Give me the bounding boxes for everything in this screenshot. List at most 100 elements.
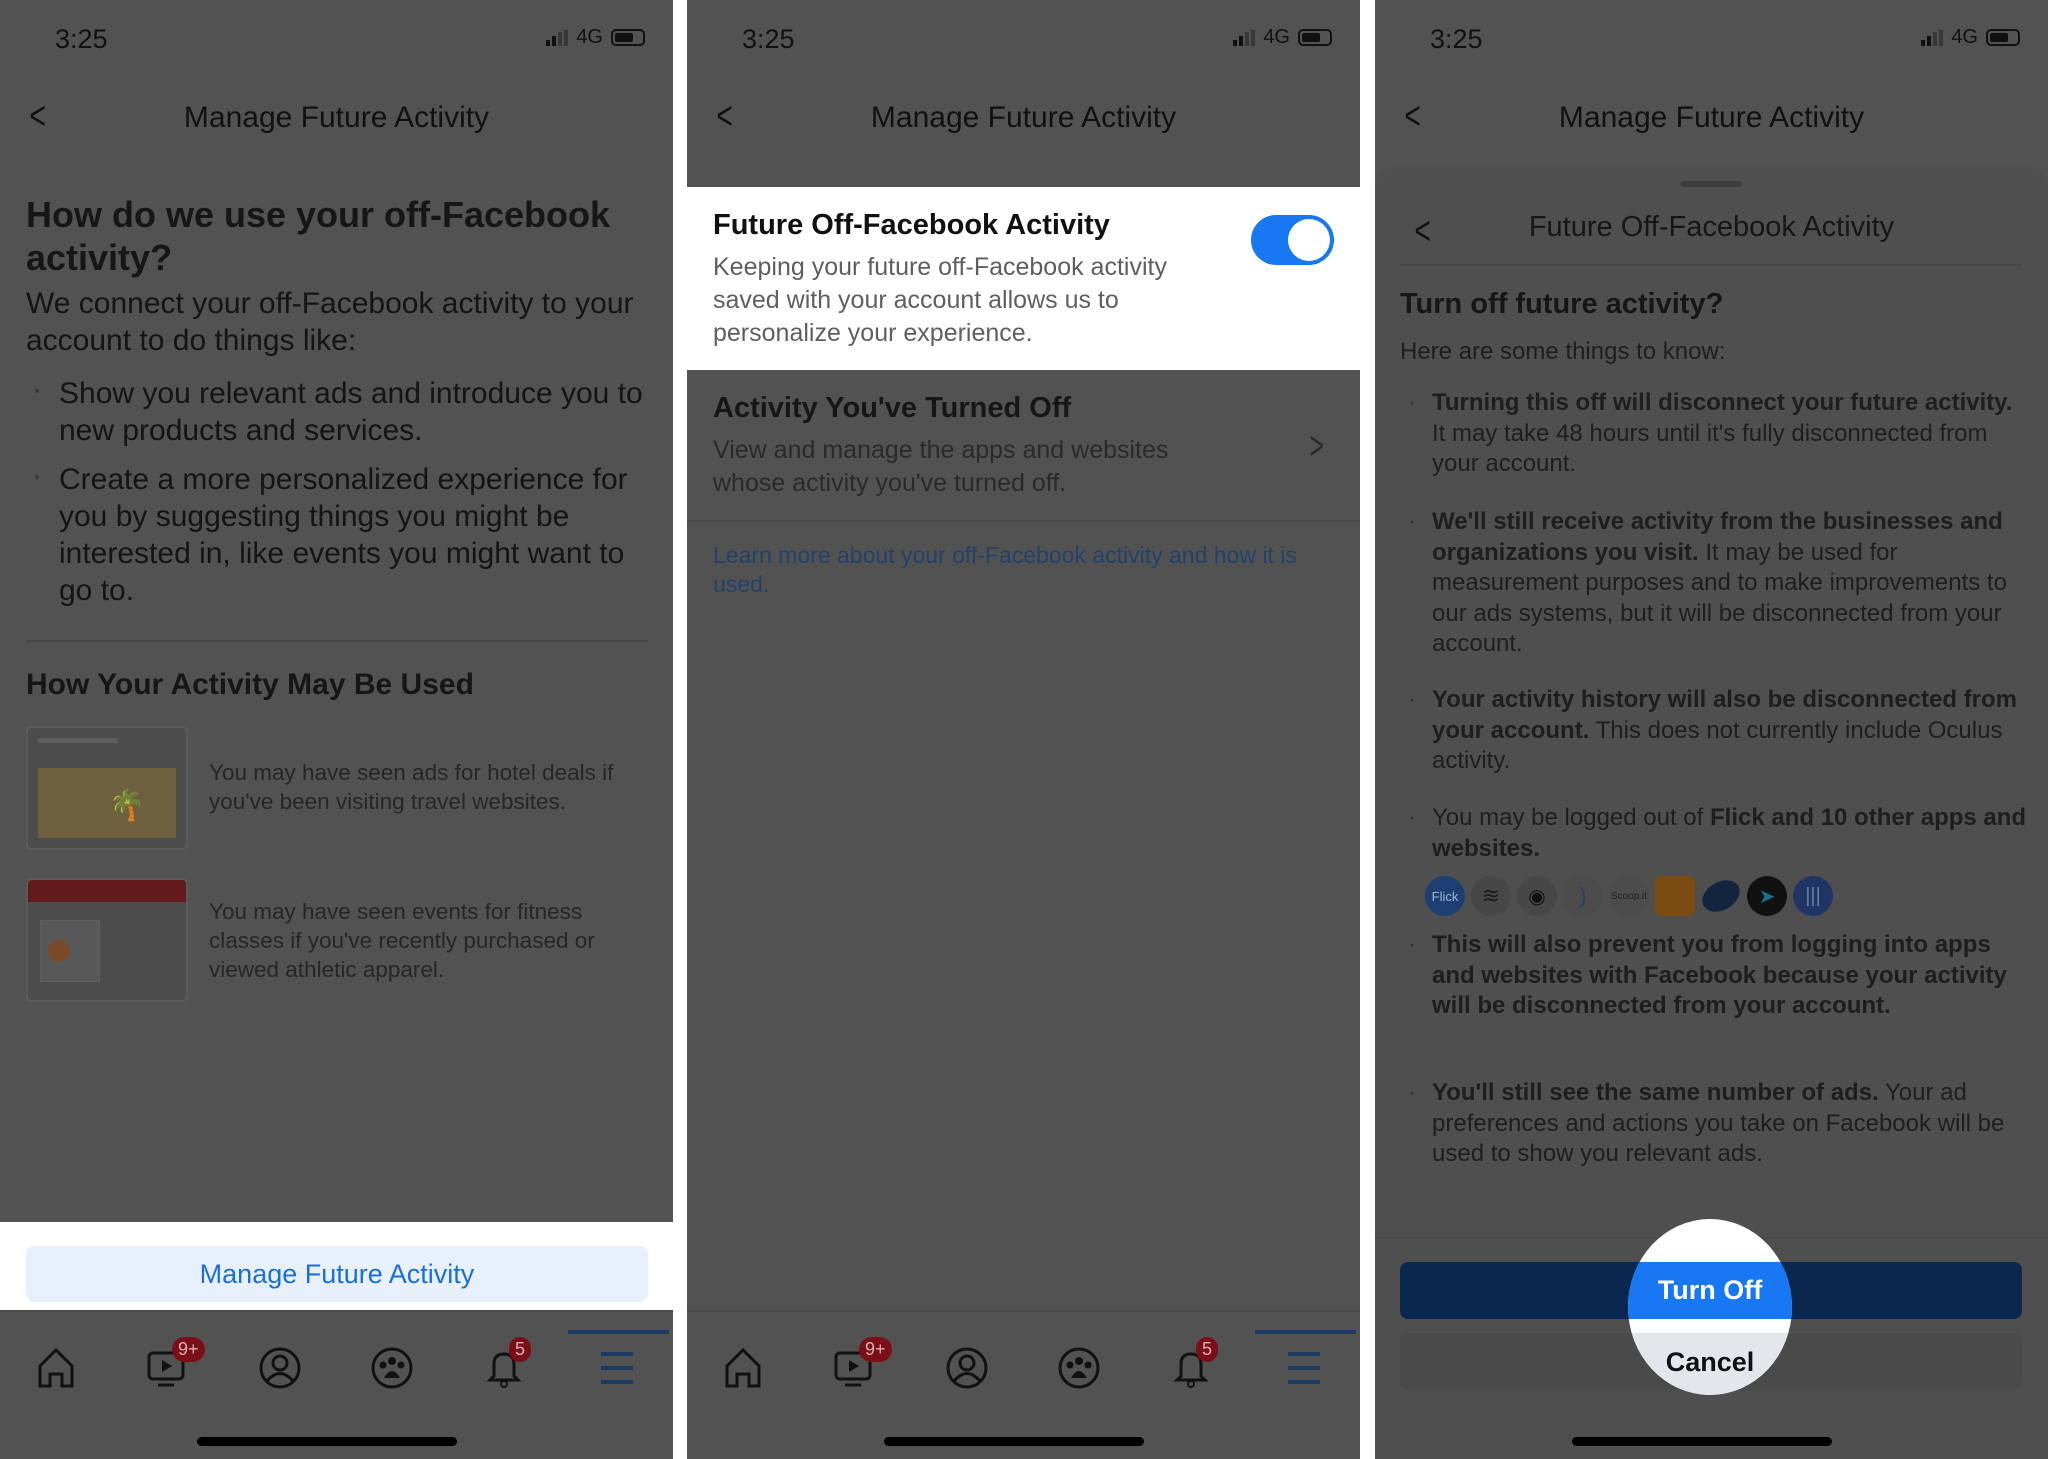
screen-turn-off-confirm: 3:25 4G < Manage Future Activity < Futur… [1375, 0, 2048, 1459]
status-time: 3:25 [55, 24, 108, 54]
arrow-app-icon: ➤ [1747, 876, 1787, 916]
confirm-subtitle: Here are some things to know: [1400, 338, 1726, 365]
status-icons: 4G [546, 26, 645, 49]
notifications-badge: 5 [1196, 1337, 1219, 1362]
active-tab-indicator [568, 1330, 669, 1334]
home-icon [38, 1347, 74, 1388]
toggle-title: Future Off-Facebook Activity [713, 209, 1110, 241]
tab-menu[interactable] [1281, 1345, 1327, 1391]
list-item: This will also prevent you from logging … [1408, 930, 2032, 1022]
rss-app-icon: ) [1563, 876, 1603, 916]
chevron-right-icon[interactable]: > [1310, 424, 1324, 469]
tabbar-divider [687, 1310, 1360, 1312]
toggle-description: Keeping your future off-Facebook activit… [713, 253, 1167, 347]
watch-badge: 9+ [859, 1337, 892, 1362]
divider [26, 640, 648, 642]
list-item: You'll still see the same number of ads.… [1408, 1078, 2032, 1170]
profile-icon [259, 1347, 301, 1389]
sheet-handle[interactable] [1680, 181, 1742, 187]
bold-text: This will also prevent you from logging … [1432, 931, 2007, 1019]
tab-watch[interactable]: 9+ [831, 1337, 892, 1391]
status-icons: 4G [1921, 26, 2020, 49]
bold-text: You'll still see the same number of ads. [1432, 1079, 1879, 1106]
scoopit-app-icon: Scoop.it [1609, 876, 1649, 916]
manage-future-activity-button[interactable]: Manage Future Activity [26, 1246, 648, 1302]
watch-badge: 9+ [172, 1337, 205, 1362]
status-icons: 4G [1233, 26, 1332, 49]
turned-off-title[interactable]: Activity You've Turned Off [713, 392, 1071, 425]
tab-home[interactable] [33, 1345, 79, 1391]
section-heading-usage: How Your Activity May Be Used [26, 668, 474, 701]
uses-list: Show you relevant ads and introduce you … [26, 371, 656, 621]
menu-icon [1288, 1352, 1320, 1384]
network-label: 4G [1951, 26, 1978, 48]
text: It may take 48 hours until it's fully di… [1432, 419, 1988, 478]
tap-highlight: Turn Off Cancel [1628, 1219, 1792, 1395]
status-time: 3:25 [742, 24, 795, 54]
status-time: 3:25 [1430, 24, 1483, 54]
divider [1400, 264, 2022, 266]
future-activity-card: Future Off-Facebook Activity Keeping you… [687, 187, 1360, 370]
list-item: Your activity history will also be disco… [1408, 685, 2032, 777]
sheet-title: Future Off-Facebook Activity [1528, 211, 1895, 243]
cancel-label[interactable]: Cancel [1628, 1333, 1792, 1395]
divider [687, 520, 1360, 522]
menu-icon [601, 1352, 633, 1384]
tab-watch[interactable]: 9+ [144, 1337, 205, 1391]
tab-menu[interactable] [594, 1345, 640, 1391]
battery-icon [1298, 29, 1332, 46]
buffer-app-icon: ≋ [1471, 876, 1511, 916]
notifications-badge: 5 [509, 1337, 532, 1362]
tab-notifications[interactable]: 5 [1168, 1337, 1219, 1391]
text: You may be logged out of [1432, 804, 1710, 831]
tab-notifications[interactable]: 5 [481, 1337, 532, 1391]
screen-manage-activity-toggle: 3:25 4G < Manage Future Activity Future … [687, 0, 1360, 1459]
example-text: You may have seen events for fitness cla… [209, 899, 595, 982]
turned-off-description: View and manage the apps and websites wh… [713, 436, 1169, 497]
home-icon [725, 1347, 761, 1388]
bold-text: Turning this off will disconnect your fu… [1432, 389, 2013, 416]
list-item: You may be logged out of Flick and 10 ot… [1408, 803, 2032, 864]
list-item: We'll still receive activity from the bu… [1408, 507, 2032, 660]
page-title: Manage Future Activity [1558, 101, 1865, 134]
hotel-ad-illustration: 🌴 [26, 726, 188, 850]
groups-icon [1058, 1347, 1100, 1389]
tab-profile[interactable] [944, 1345, 990, 1391]
home-indicator [197, 1437, 457, 1446]
page-title: Manage Future Activity [870, 101, 1177, 134]
bars-app-icon: ||| [1793, 876, 1833, 916]
future-activity-toggle[interactable] [1251, 215, 1334, 265]
screen-manage-activity-info: 3:25 4G < Manage Future Activity How do … [0, 0, 673, 1459]
fitness-event-illustration [26, 878, 188, 1002]
turn-off-label[interactable]: Turn Off [1628, 1262, 1792, 1319]
groups-icon [371, 1347, 413, 1389]
package-app-icon [1655, 876, 1695, 916]
bottom-action-bar: Manage Future Activity [0, 1222, 673, 1310]
tab-home[interactable] [720, 1345, 766, 1391]
app-icons-row: Flick ≋ ◉ ) Scoop.it ➤ ||| [1425, 873, 1839, 919]
signal-icon [1921, 29, 1944, 46]
list-item: Turning this off will disconnect your fu… [1408, 388, 2032, 480]
home-indicator [884, 1437, 1144, 1446]
home-indicator [1572, 1437, 1832, 1446]
profile-icon [946, 1347, 988, 1389]
flick-app-icon: Flick [1425, 876, 1465, 916]
signal-icon [1233, 29, 1256, 46]
example-text: You may have seen ads for hotel deals if… [209, 760, 614, 814]
page-title: Manage Future Activity [183, 101, 490, 134]
section-heading: How do we use your off-Facebook activity… [26, 194, 611, 278]
intro-text: We connect your off-Facebook activity to… [26, 287, 634, 357]
tab-profile[interactable] [257, 1345, 303, 1391]
disc-app-icon [1696, 873, 1746, 919]
network-label: 4G [576, 26, 603, 48]
network-label: 4G [1263, 26, 1290, 48]
confirm-question: Turn off future activity? [1400, 288, 1724, 320]
tabbar-divider [0, 1310, 673, 1312]
tab-groups[interactable] [369, 1345, 415, 1391]
signal-icon [546, 29, 569, 46]
list-item: Create a more personalized experience fo… [26, 457, 656, 609]
battery-icon [1986, 29, 2020, 46]
learn-more-link[interactable]: Learn more about your off-Facebook activ… [713, 541, 1333, 599]
active-tab-indicator [1255, 1330, 1356, 1334]
tab-groups[interactable] [1056, 1345, 1102, 1391]
